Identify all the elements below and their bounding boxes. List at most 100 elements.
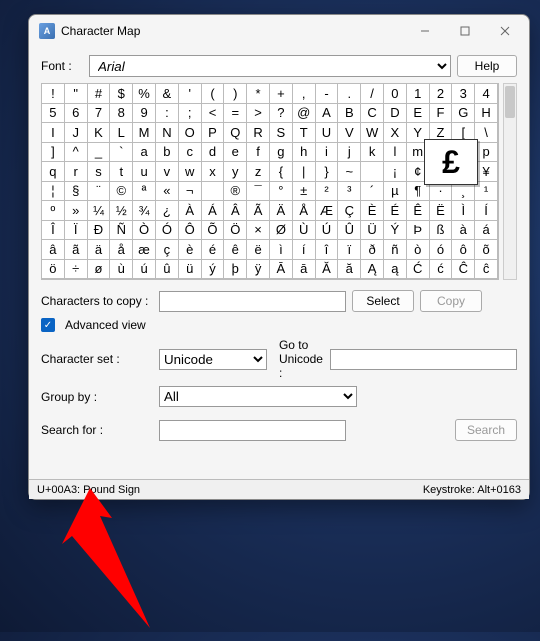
char-cell[interactable]: ¾ [133, 201, 156, 221]
char-cell[interactable]: ¼ [88, 201, 111, 221]
char-cell[interactable]: O [179, 123, 202, 143]
char-cell[interactable]: s [88, 162, 111, 182]
char-cell[interactable]: I [42, 123, 65, 143]
char-cell[interactable]: ô [452, 240, 475, 260]
char-cell[interactable]: W [361, 123, 384, 143]
char-cell[interactable]: © [110, 182, 133, 202]
char-cell[interactable]: è [179, 240, 202, 260]
char-cell[interactable]: ­ [202, 182, 225, 202]
char-cell[interactable]: ï [338, 240, 361, 260]
char-cell[interactable]: % [133, 84, 156, 104]
char-cell[interactable]: p [475, 143, 498, 163]
char-cell[interactable]: à [452, 221, 475, 241]
char-cell[interactable]: û [156, 260, 179, 280]
char-cell[interactable]: Ă [316, 260, 339, 280]
char-cell[interactable]: ° [270, 182, 293, 202]
character-grid[interactable]: !"#$%&'()*+,-./0123456789:;<=>?@ABCDEFGH… [41, 83, 499, 280]
char-cell[interactable]: Â [224, 201, 247, 221]
char-cell[interactable]: ñ [384, 240, 407, 260]
char-cell[interactable]: > [247, 104, 270, 124]
char-cell[interactable]: ¨ [88, 182, 111, 202]
char-cell[interactable]: d [202, 143, 225, 163]
char-cell[interactable]: F [430, 104, 453, 124]
char-cell[interactable]: = [224, 104, 247, 124]
char-cell[interactable]: º [42, 201, 65, 221]
char-cell[interactable]: ý [202, 260, 225, 280]
char-cell[interactable]: u [133, 162, 156, 182]
char-cell[interactable]: Ù [293, 221, 316, 241]
char-cell[interactable]: ? [270, 104, 293, 124]
char-cell[interactable]: l [384, 143, 407, 163]
scrollbar-thumb[interactable] [505, 86, 515, 118]
char-cell[interactable]: Á [202, 201, 225, 221]
char-cell[interactable]: : [156, 104, 179, 124]
char-cell[interactable]: ¹ [475, 182, 498, 202]
char-cell[interactable]: } [316, 162, 339, 182]
char-cell[interactable]: @ [293, 104, 316, 124]
char-cell[interactable]: È [361, 201, 384, 221]
char-cell[interactable]: i [316, 143, 339, 163]
char-cell[interactable]: / [361, 84, 384, 104]
char-cell[interactable]: Ú [316, 221, 339, 241]
char-cell[interactable]: - [316, 84, 339, 104]
char-cell[interactable]: ^ [65, 143, 88, 163]
char-cell[interactable]: & [156, 84, 179, 104]
char-cell[interactable]: E [407, 104, 430, 124]
char-cell[interactable]: N [156, 123, 179, 143]
advanced-checkbox[interactable]: ✓ [41, 318, 55, 332]
help-button[interactable]: Help [457, 55, 517, 77]
char-cell[interactable]: $ [110, 84, 133, 104]
char-cell[interactable]: ] [42, 143, 65, 163]
char-cell[interactable]: G [452, 104, 475, 124]
char-cell[interactable]: . [338, 84, 361, 104]
char-cell[interactable]: Ì [452, 201, 475, 221]
char-cell[interactable]: × [247, 221, 270, 241]
char-cell[interactable]: ü [179, 260, 202, 280]
char-cell[interactable]: õ [475, 240, 498, 260]
char-cell[interactable]: ´ [361, 182, 384, 202]
char-cell[interactable]: þ [224, 260, 247, 280]
char-cell[interactable]: á [475, 221, 498, 241]
char-cell[interactable]: K [88, 123, 111, 143]
char-cell[interactable]: X [384, 123, 407, 143]
char-cell[interactable]: ß [430, 221, 453, 241]
char-cell[interactable]: Ë [430, 201, 453, 221]
char-cell[interactable]: + [270, 84, 293, 104]
char-cell[interactable]: P [202, 123, 225, 143]
char-cell[interactable]: z [247, 162, 270, 182]
char-cell[interactable]: Í [475, 201, 498, 221]
char-cell[interactable]: h [293, 143, 316, 163]
char-cell[interactable]: * [247, 84, 270, 104]
char-cell[interactable]: ¿ [156, 201, 179, 221]
char-cell[interactable]: r [65, 162, 88, 182]
char-cell[interactable]: R [247, 123, 270, 143]
char-cell[interactable]: ë [247, 240, 270, 260]
char-cell[interactable]: w [179, 162, 202, 182]
char-cell[interactable]: , [293, 84, 316, 104]
char-cell[interactable]: ÿ [247, 260, 270, 280]
char-cell[interactable]: ½ [110, 201, 133, 221]
char-cell[interactable]: » [65, 201, 88, 221]
char-cell[interactable]: 3 [452, 84, 475, 104]
char-cell[interactable]: ® [224, 182, 247, 202]
char-cell[interactable]: ` [110, 143, 133, 163]
char-cell[interactable]: À [179, 201, 202, 221]
char-cell[interactable]: æ [133, 240, 156, 260]
char-cell[interactable]: Ã [247, 201, 270, 221]
char-cell[interactable]: « [156, 182, 179, 202]
char-cell[interactable]: Û [338, 221, 361, 241]
char-cell[interactable]: # [88, 84, 111, 104]
char-cell[interactable]: Ê [407, 201, 430, 221]
char-cell[interactable]: t [110, 162, 133, 182]
char-cell[interactable]: j [338, 143, 361, 163]
char-cell[interactable]: | [293, 162, 316, 182]
char-cell[interactable]: c [179, 143, 202, 163]
char-cell[interactable]: â [42, 240, 65, 260]
char-cell[interactable]: ê [224, 240, 247, 260]
char-cell[interactable]: ² [316, 182, 339, 202]
char-cell[interactable]: g [270, 143, 293, 163]
char-cell[interactable]: f [247, 143, 270, 163]
char-cell[interactable]: ú [133, 260, 156, 280]
char-cell[interactable]: ó [430, 240, 453, 260]
char-cell[interactable]: ¯ [247, 182, 270, 202]
